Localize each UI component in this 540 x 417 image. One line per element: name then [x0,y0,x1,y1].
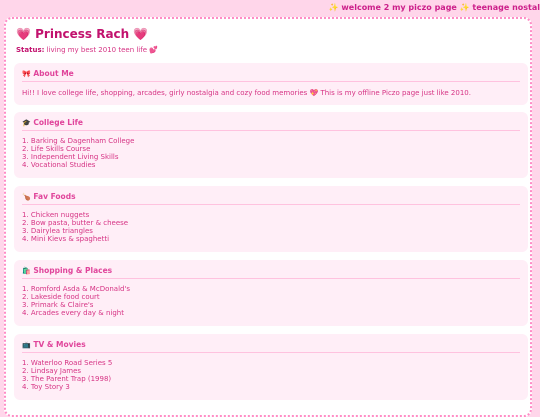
list-item: 1. Barking & Dagenham College [22,137,135,145]
fav-foods-list: 1. Chicken nuggets 2. Bow pasta, butter … [22,211,520,243]
tv-movies-card: 📺 TV & Movies 1. Waterloo Road Series 5 … [14,334,528,400]
shopping-places-card: 🛍️ Shopping & Places 1. Romford Asda & M… [14,260,528,326]
bow-icon: 🎀 [22,70,31,78]
list-item: 2. Lindsay James [22,367,82,375]
list-item: 1. Romford Asda & McDonald's [22,285,131,293]
status-line: Status: living my best 2010 teen life 💕 [16,46,158,54]
about-me-heading-text: About Me [33,69,74,78]
list-item: 3. The Parent Trap (1998) [22,375,112,383]
list-item: 1. Chicken nuggets [22,211,90,219]
marquee-text: ✨ welcome 2 my piczo page ✨ teenage nost… [328,3,540,12]
about-me-heading: 🎀 About Me [22,69,520,82]
list-item: 3. Independent Living Skills [22,153,119,161]
fav-foods-heading-text: Fav Foods [33,192,76,201]
tv-movies-list: 1. Waterloo Road Series 5 2. Lindsay Jam… [22,359,520,391]
tv-movies-heading-text: TV & Movies [33,340,86,349]
status-label: Status: [16,46,45,54]
chicken-leg-icon: 🍗 [22,193,31,201]
list-item: 3. Primark & Claire's [22,301,94,309]
shopping-places-heading-text: Shopping & Places [33,266,113,275]
college-life-heading-text: College Life [33,118,83,127]
fav-foods-card: 🍗 Fav Foods 1. Chicken nuggets 2. Bow pa… [14,186,528,252]
list-item: 2. Life Skills Course [22,145,91,153]
graduation-cap-icon: 🎓 [22,119,31,127]
shopping-bags-icon: 🛍️ [22,267,31,275]
college-life-card: 🎓 College Life 1. Barking & Dagenham Col… [14,112,528,178]
television-icon: 📺 [22,341,31,349]
list-item: 4. Mini Kievs & spaghetti [22,235,110,243]
list-item: 2. Lakeside food court [22,293,100,301]
fav-foods-heading: 🍗 Fav Foods [22,192,520,205]
list-item: 3. Dairylea triangles [22,227,93,235]
tv-movies-heading: 📺 TV & Movies [22,340,520,353]
list-item: 4. Arcades every day & night [22,309,124,317]
shopping-places-list: 1. Romford Asda & McDonald's 2. Lakeside… [22,285,520,317]
profile-page: 💗 Princess Rach 💗 Status: living my best… [4,17,532,417]
list-item: 1. Waterloo Road Series 5 [22,359,113,367]
list-item: 2. Bow pasta, butter & cheese [22,219,129,227]
list-item: 4. Toy Story 3 [22,383,70,391]
status-text: living my best 2010 teen life 💕 [46,46,158,54]
page-title: 💗 Princess Rach 💗 [16,27,149,41]
college-life-list: 1. Barking & Dagenham College 2. Life Sk… [22,137,520,169]
scrolling-marquee: ✨ welcome 2 my piczo page ✨ teenage nost… [0,0,540,16]
list-item: 4. Vocational Studies [22,161,96,169]
about-me-card: 🎀 About Me Hi!! I love college life, sho… [14,63,528,105]
about-me-text: Hi!! I love college life, shopping, arca… [22,89,471,97]
shopping-places-heading: 🛍️ Shopping & Places [22,266,520,279]
college-life-heading: 🎓 College Life [22,118,520,131]
